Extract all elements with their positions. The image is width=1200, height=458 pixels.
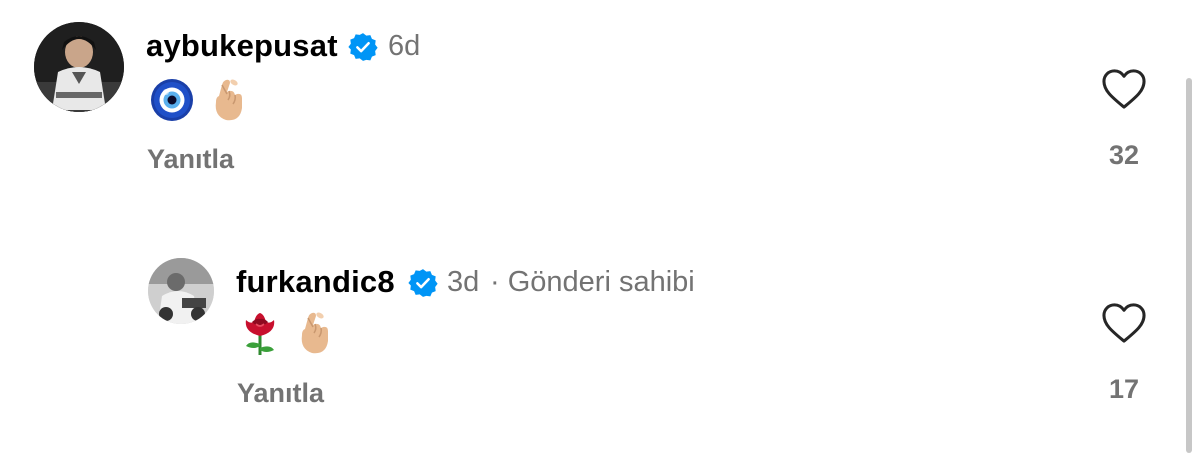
username[interactable]: aybukepusat	[146, 28, 338, 64]
avatar[interactable]	[34, 22, 124, 112]
reply-button[interactable]: Yanıtla	[147, 144, 234, 175]
reply-button[interactable]: Yanıtla	[237, 378, 324, 409]
post-owner-label: · Gönderi sahibi	[490, 266, 695, 298]
timestamp: 6d	[388, 30, 421, 62]
comment-text	[150, 78, 248, 127]
like-button[interactable]	[1101, 68, 1147, 110]
nazar-amulet-icon	[150, 78, 194, 127]
like-count: 17	[1108, 374, 1140, 404]
crossed-fingers-hand-icon	[294, 311, 334, 360]
avatar[interactable]	[148, 258, 214, 324]
like-button[interactable]	[1101, 302, 1147, 344]
comment-aybukepusat: aybukepusat 6d Yanıtla 32	[0, 0, 1200, 200]
timestamp: 3d	[447, 266, 480, 298]
username[interactable]: furkandic8	[236, 264, 395, 300]
verified-badge-icon	[408, 268, 438, 298]
comment-furkandic8: furkandic8 3d · Gönderi sahibi Yanıtla 1…	[0, 240, 1200, 440]
verified-badge-icon	[348, 32, 378, 62]
heart-icon	[1102, 69, 1146, 109]
rose-icon	[240, 310, 280, 361]
crossed-fingers-hand-icon	[208, 78, 248, 127]
like-count: 32	[1108, 140, 1140, 170]
heart-icon	[1102, 303, 1146, 343]
comment-thread: aybukepusat 6d Yanıtla 32 furkandic8 3d …	[0, 0, 1200, 458]
comment-text	[240, 310, 334, 361]
scrollbar[interactable]	[1186, 78, 1192, 453]
